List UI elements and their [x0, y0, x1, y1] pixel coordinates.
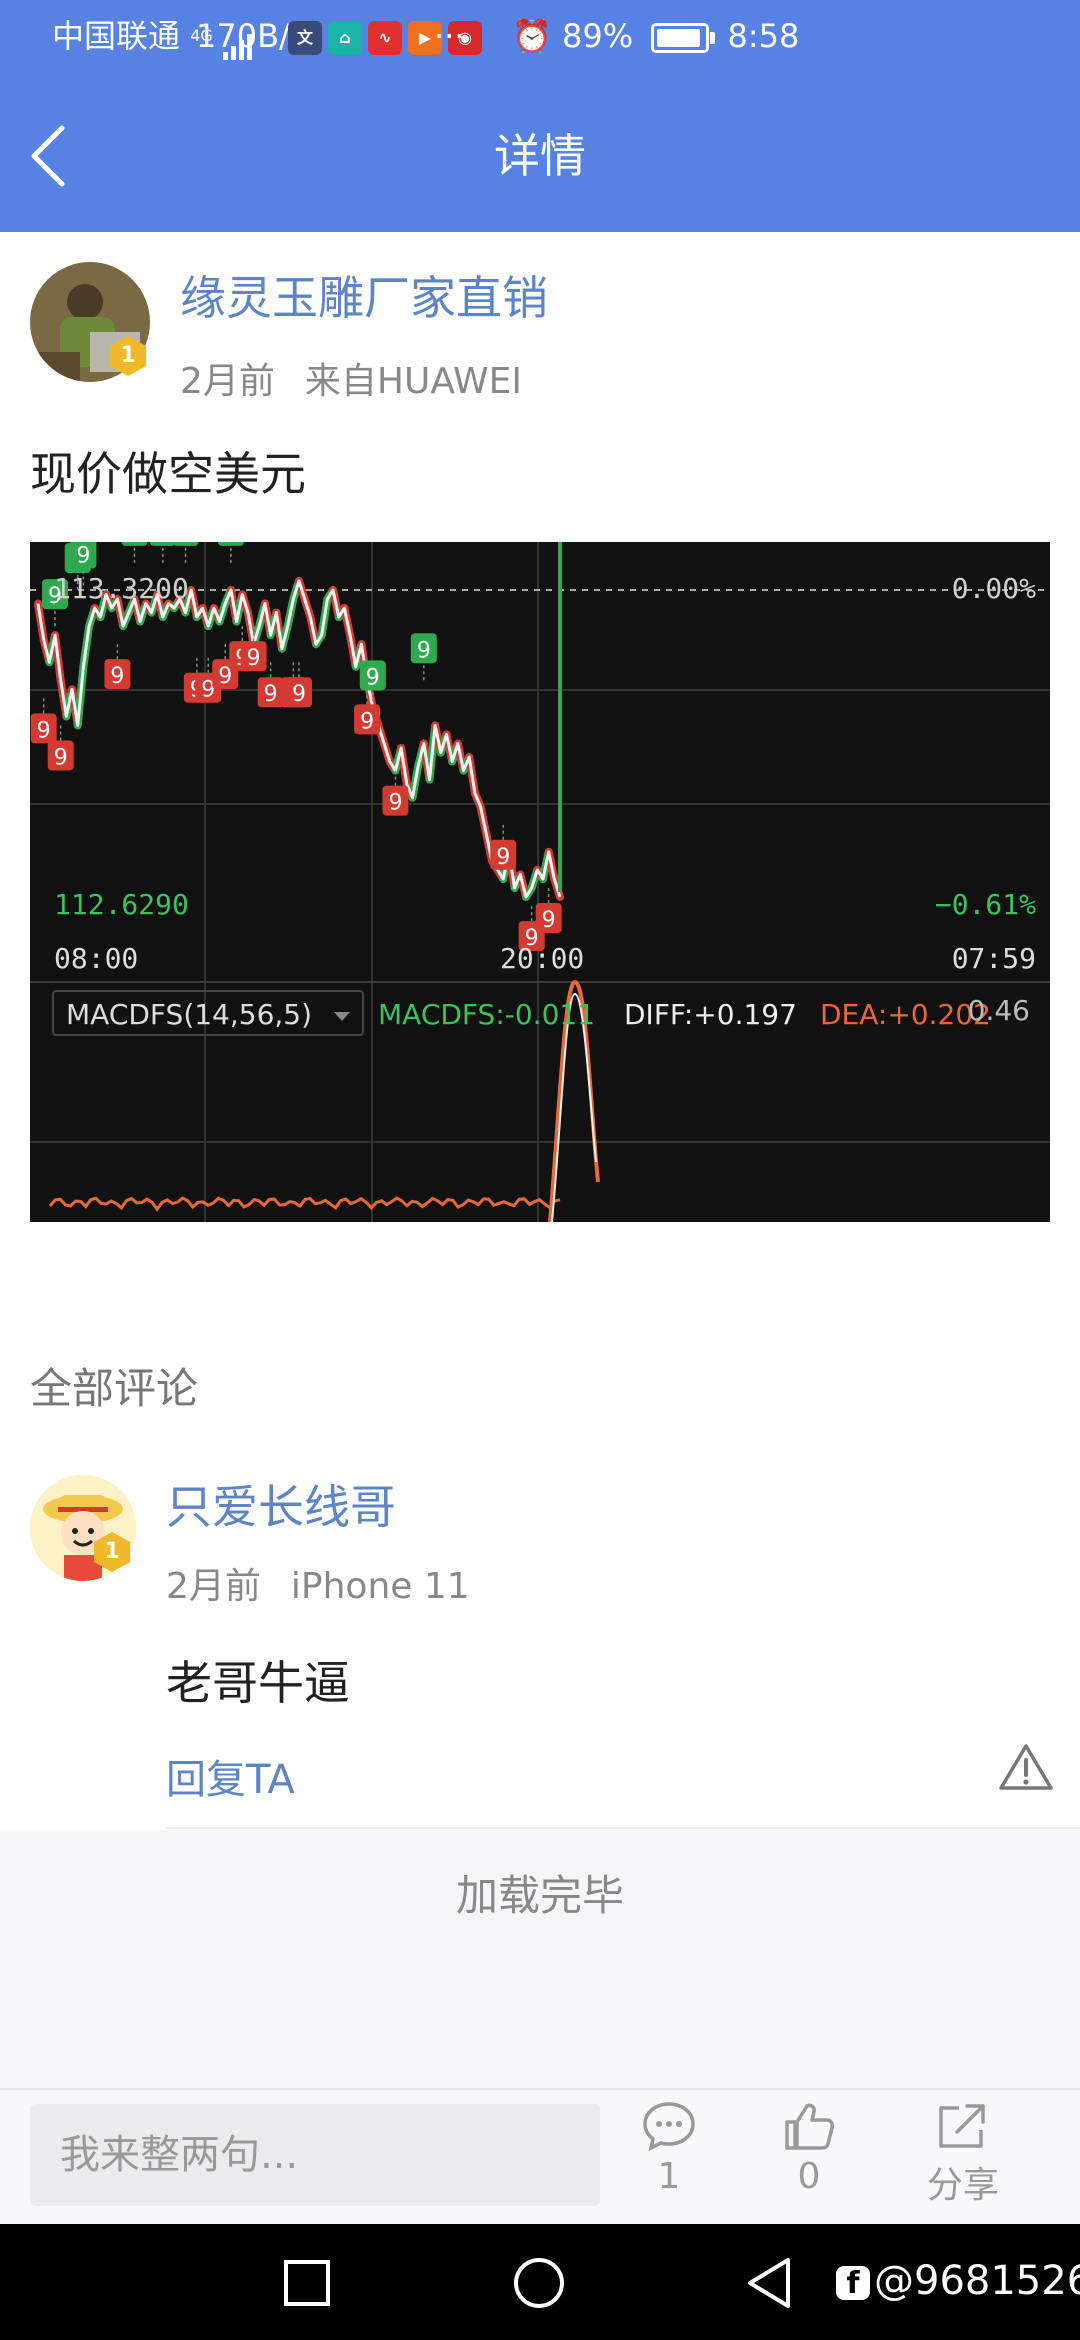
macdfs-value: MACDFS:-0.011 — [378, 998, 596, 1031]
td-marker-label: 9 — [366, 665, 380, 690]
comments-section: 全部评论 1 只爱长线哥 2月前 iPhone 11 老哥牛逼 回复TA — [0, 1317, 1080, 1830]
price-high-label: 113.3200 — [54, 572, 189, 605]
post-time: 2月前 — [180, 361, 275, 402]
diff-value: DIFF:+0.197 — [624, 998, 797, 1031]
share-label: 分享 — [926, 2165, 999, 2206]
comment-count-button[interactable]: 1 — [614, 2100, 724, 2197]
post-content: 现价做空美元 — [30, 447, 306, 501]
page-title: 详情 — [494, 129, 586, 183]
td-marker-label: 9 — [179, 542, 193, 546]
share-button[interactable]: 分享 — [908, 2100, 1018, 2208]
chart-image[interactable]: 9999999999999999999999999 113.3200 0.00%… — [30, 542, 1050, 1222]
comment-input[interactable] — [30, 2104, 600, 2206]
price-line — [36, 579, 562, 899]
recents-square-icon[interactable] — [282, 2258, 332, 2308]
macd-diff-line — [48, 1196, 561, 1212]
x-tick-start: 08:00 — [54, 942, 139, 975]
post-source: 来自HUAWEI — [304, 361, 522, 402]
comment-text: 老哥牛逼 — [166, 1656, 350, 1710]
comment-count: 1 — [657, 2156, 681, 2197]
td-marker-label: 9 — [264, 682, 278, 707]
like-button[interactable]: 0 — [754, 2100, 864, 2197]
wenjian-app-icon: 文 — [288, 21, 322, 55]
warning-icon[interactable] — [998, 1742, 1054, 1792]
td-marker-label: 9 — [542, 908, 556, 933]
author-name[interactable]: 缘灵玉雕厂家直销 — [180, 262, 548, 328]
price-low-label: 112.6290 — [54, 888, 189, 921]
bottom-action-bar: 1 0 分享 — [0, 2088, 1080, 2226]
watermark-text: @9681526 — [874, 2258, 1080, 2304]
x-tick-mid: 20:00 — [500, 942, 585, 975]
chevron-down-icon — [334, 1012, 350, 1021]
td-marker-label: 9 — [417, 638, 431, 663]
comment-divider — [166, 1827, 1080, 1829]
chart-app-icon: ∿ — [368, 21, 402, 55]
macd-right-value: 0.46 — [967, 994, 1030, 1027]
facebook-logo-icon: f — [836, 2266, 870, 2301]
reply-button[interactable]: 回复TA — [166, 1747, 295, 1805]
system-nav-bar: f @9681526 — [0, 2224, 1080, 2340]
more-notifications: ··· — [434, 17, 465, 55]
indicator-select[interactable]: MACDFS(14,56,5) — [52, 990, 364, 1036]
comment-time: 2月前 — [166, 1566, 261, 1607]
td-marker-label: 9 — [127, 542, 141, 546]
dea-value: DEA:+0.202 — [820, 998, 991, 1031]
indicator-select-label: MACDFS(14,56,5) — [66, 998, 313, 1031]
x-tick-end: 07:59 — [951, 942, 1036, 975]
td-marker-label: 9 — [247, 646, 261, 671]
td-marker-label: 9 — [388, 791, 402, 816]
like-count: 0 — [797, 2156, 821, 2197]
pct-bottom-label: −0.61% — [934, 888, 1036, 921]
td-marker-label: 9 — [76, 543, 90, 568]
title-bar: 详情 — [0, 72, 1080, 232]
comment-device: iPhone 11 — [290, 1566, 470, 1607]
alarm-icon: ⏰ — [512, 17, 552, 55]
battery-percent: 89% — [562, 17, 634, 55]
commenter-name[interactable]: 只爱长线哥 — [166, 1471, 396, 1537]
pct-top-label: 0.00% — [951, 572, 1036, 605]
home-circle-icon[interactable] — [512, 2256, 566, 2310]
comment-meta: 2月前 iPhone 11 — [166, 1557, 500, 1609]
thumbs-up-icon — [785, 2103, 834, 2150]
td-marker-label: 9 — [360, 709, 374, 734]
td-marker-label: 9 — [110, 664, 124, 689]
battery-icon — [651, 23, 716, 53]
status-bar: 中国联通 4G 170B/s 文 ⌂ ∿ ▶ ◉ ··· ⏰ 89% 8:58 — [0, 0, 1080, 72]
comment-bubble-icon — [643, 2102, 695, 2152]
comments-title: 全部评论 — [30, 1364, 199, 1413]
price-chart: 9999999999999999999999999 — [30, 542, 1050, 1222]
td-marker-label: 9 — [156, 542, 170, 546]
td-marker-label: 9 — [54, 745, 68, 770]
td-marker-label: 9 — [37, 718, 51, 743]
clock: 8:58 — [727, 17, 800, 55]
td-marker-label: 9 — [224, 542, 238, 546]
load-complete-text: 加载完毕 — [455, 1871, 624, 1920]
watermark: f @9681526 — [836, 2258, 1080, 2304]
carrier-label: 中国联通 — [52, 17, 181, 55]
share-icon — [939, 2104, 985, 2148]
post-meta: 2月前 来自HUAWEI — [180, 352, 552, 404]
td-marker-label: 9 — [292, 682, 306, 707]
td-marker-label: 9 — [496, 845, 510, 870]
back-triangle-icon[interactable] — [744, 2256, 794, 2310]
home-app-icon: ⌂ — [328, 21, 362, 55]
